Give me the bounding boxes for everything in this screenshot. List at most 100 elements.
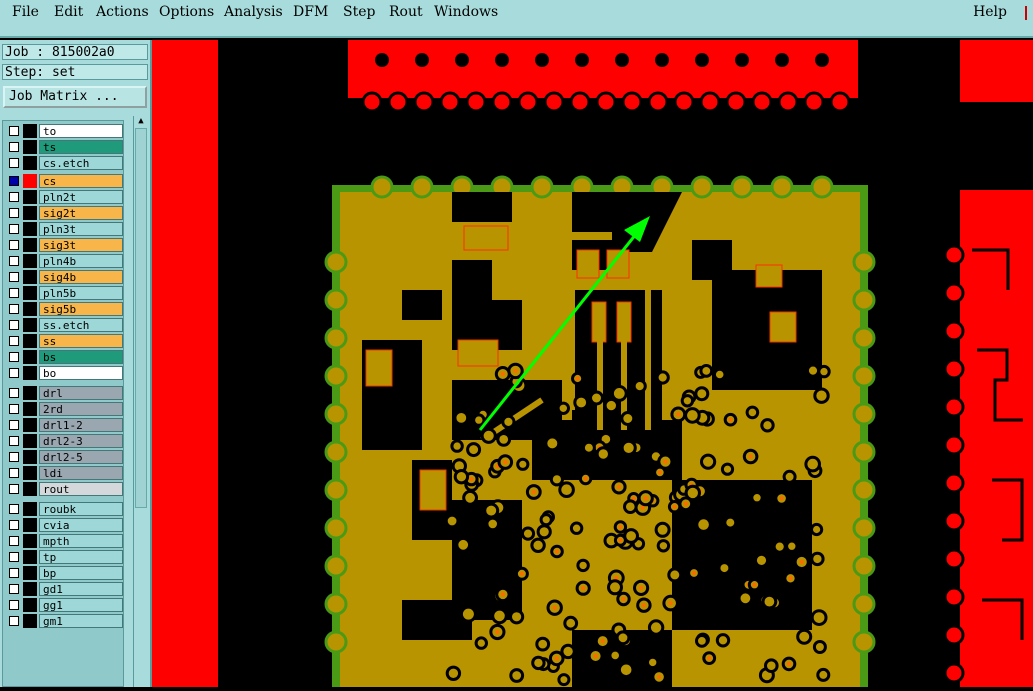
layer-name[interactable]: cs.etch: [39, 156, 123, 170]
layer-row-mpth[interactable]: mpth: [5, 533, 123, 549]
layer-name[interactable]: sig4b: [39, 270, 123, 284]
layer-color-swatch[interactable]: [23, 466, 37, 480]
layer-name[interactable]: pln2t: [39, 190, 123, 204]
layer-name[interactable]: gd1: [39, 582, 123, 596]
layer-name[interactable]: drl: [39, 386, 123, 400]
layer-color-swatch[interactable]: [23, 174, 37, 188]
layer-row-gg1[interactable]: gg1: [5, 597, 123, 613]
layer-row-sig3t[interactable]: sig3t: [5, 237, 123, 253]
layer-row-gd1[interactable]: gd1: [5, 581, 123, 597]
layer-checkbox[interactable]: [9, 126, 19, 136]
layer-name[interactable]: cs: [39, 174, 123, 188]
graphic-canvas[interactable]: [152, 40, 1033, 687]
layer-row-pln3t[interactable]: pln3t: [5, 221, 123, 237]
layer-name[interactable]: sig5b: [39, 302, 123, 316]
layer-checkbox[interactable]: [9, 240, 19, 250]
scrollbar-thumb[interactable]: [135, 128, 147, 508]
layer-name[interactable]: bp: [39, 566, 123, 580]
layer-list-scrollbar[interactable]: ▲: [133, 116, 148, 687]
layer-color-swatch[interactable]: [23, 582, 37, 596]
layer-color-swatch[interactable]: [23, 156, 37, 170]
layer-name[interactable]: pln4b: [39, 254, 123, 268]
layer-row-drl[interactable]: drl: [5, 385, 123, 401]
layer-color-swatch[interactable]: [23, 482, 37, 496]
layer-checkbox[interactable]: [9, 320, 19, 330]
menu-file[interactable]: File: [12, 4, 39, 20]
layer-name[interactable]: cvia: [39, 518, 123, 532]
layer-checkbox[interactable]: [9, 616, 19, 626]
layer-checkbox[interactable]: [9, 304, 19, 314]
layer-name[interactable]: ss.etch: [39, 318, 123, 332]
pcb-view[interactable]: [152, 40, 1033, 687]
layer-name[interactable]: gg1: [39, 598, 123, 612]
layer-name[interactable]: sig3t: [39, 238, 123, 252]
layer-row-ss[interactable]: ss: [5, 333, 123, 349]
layer-color-swatch[interactable]: [23, 140, 37, 154]
layer-checkbox[interactable]: [9, 420, 19, 430]
layer-name[interactable]: to: [39, 124, 123, 138]
layer-name[interactable]: mpth: [39, 534, 123, 548]
layer-name[interactable]: pln5b: [39, 286, 123, 300]
layer-row-sig5b[interactable]: sig5b: [5, 301, 123, 317]
layer-name[interactable]: pln3t: [39, 222, 123, 236]
layer-checkbox[interactable]: [9, 158, 19, 168]
menu-analysis[interactable]: Analysis: [224, 4, 283, 20]
layer-checkbox[interactable]: [9, 568, 19, 578]
layer-color-swatch[interactable]: [23, 318, 37, 332]
layer-row-pln4b[interactable]: pln4b: [5, 253, 123, 269]
layer-checkbox[interactable]: [9, 584, 19, 594]
layer-row-bo[interactable]: bo: [5, 365, 123, 381]
layer-color-swatch[interactable]: [23, 614, 37, 628]
layer-color-swatch[interactable]: [23, 550, 37, 564]
layer-row-bp[interactable]: bp: [5, 565, 123, 581]
layer-name[interactable]: bo: [39, 366, 123, 380]
layer-row-sig2t[interactable]: sig2t: [5, 205, 123, 221]
layer-row-cs[interactable]: cs: [5, 173, 123, 189]
layer-checkbox[interactable]: [9, 404, 19, 414]
layer-row-cvia[interactable]: cvia: [5, 517, 123, 533]
layer-name[interactable]: drl1-2: [39, 418, 123, 432]
layer-color-swatch[interactable]: [23, 124, 37, 138]
layer-color-swatch[interactable]: [23, 190, 37, 204]
scroll-up-icon[interactable]: ▲: [135, 116, 147, 126]
layer-row-ldi[interactable]: ldi: [5, 465, 123, 481]
layer-name[interactable]: rout: [39, 482, 123, 496]
layer-color-swatch[interactable]: [23, 418, 37, 432]
layer-row-tp[interactable]: tp: [5, 549, 123, 565]
layer-checkbox[interactable]: [9, 256, 19, 266]
layer-color-swatch[interactable]: [23, 386, 37, 400]
layer-color-swatch[interactable]: [23, 434, 37, 448]
layer-checkbox[interactable]: [9, 368, 19, 378]
layer-row-drl1-2[interactable]: drl1-2: [5, 417, 123, 433]
layer-color-swatch[interactable]: [23, 206, 37, 220]
layer-checkbox[interactable]: [9, 504, 19, 514]
layer-name[interactable]: tp: [39, 550, 123, 564]
menu-windows[interactable]: Windows: [434, 4, 498, 20]
menu-actions[interactable]: Actions: [96, 4, 149, 20]
layer-name[interactable]: ss: [39, 334, 123, 348]
layer-name[interactable]: bs: [39, 350, 123, 364]
layer-color-swatch[interactable]: [23, 350, 37, 364]
layer-color-swatch[interactable]: [23, 402, 37, 416]
layer-checkbox[interactable]: [9, 288, 19, 298]
layer-checkbox[interactable]: [9, 552, 19, 562]
layer-row-cs-etch[interactable]: cs.etch: [5, 155, 123, 171]
layer-checkbox[interactable]: [9, 336, 19, 346]
layer-checkbox[interactable]: [9, 176, 19, 186]
layer-row-pln2t[interactable]: pln2t: [5, 189, 123, 205]
layer-checkbox[interactable]: [9, 452, 19, 462]
layer-checkbox[interactable]: [9, 352, 19, 362]
layer-checkbox[interactable]: [9, 468, 19, 478]
layer-row-drl2-3[interactable]: drl2-3: [5, 433, 123, 449]
layer-name[interactable]: sig2t: [39, 206, 123, 220]
layer-checkbox[interactable]: [9, 208, 19, 218]
layer-name[interactable]: drl2-5: [39, 450, 123, 464]
layer-color-swatch[interactable]: [23, 566, 37, 580]
layer-checkbox[interactable]: [9, 388, 19, 398]
layer-checkbox[interactable]: [9, 520, 19, 530]
menu-help[interactable]: Help: [973, 4, 1007, 20]
layer-color-swatch[interactable]: [23, 286, 37, 300]
menu-dfm[interactable]: DFM: [293, 4, 328, 20]
layer-row-roubk[interactable]: roubk: [5, 501, 123, 517]
layer-row-pln5b[interactable]: pln5b: [5, 285, 123, 301]
